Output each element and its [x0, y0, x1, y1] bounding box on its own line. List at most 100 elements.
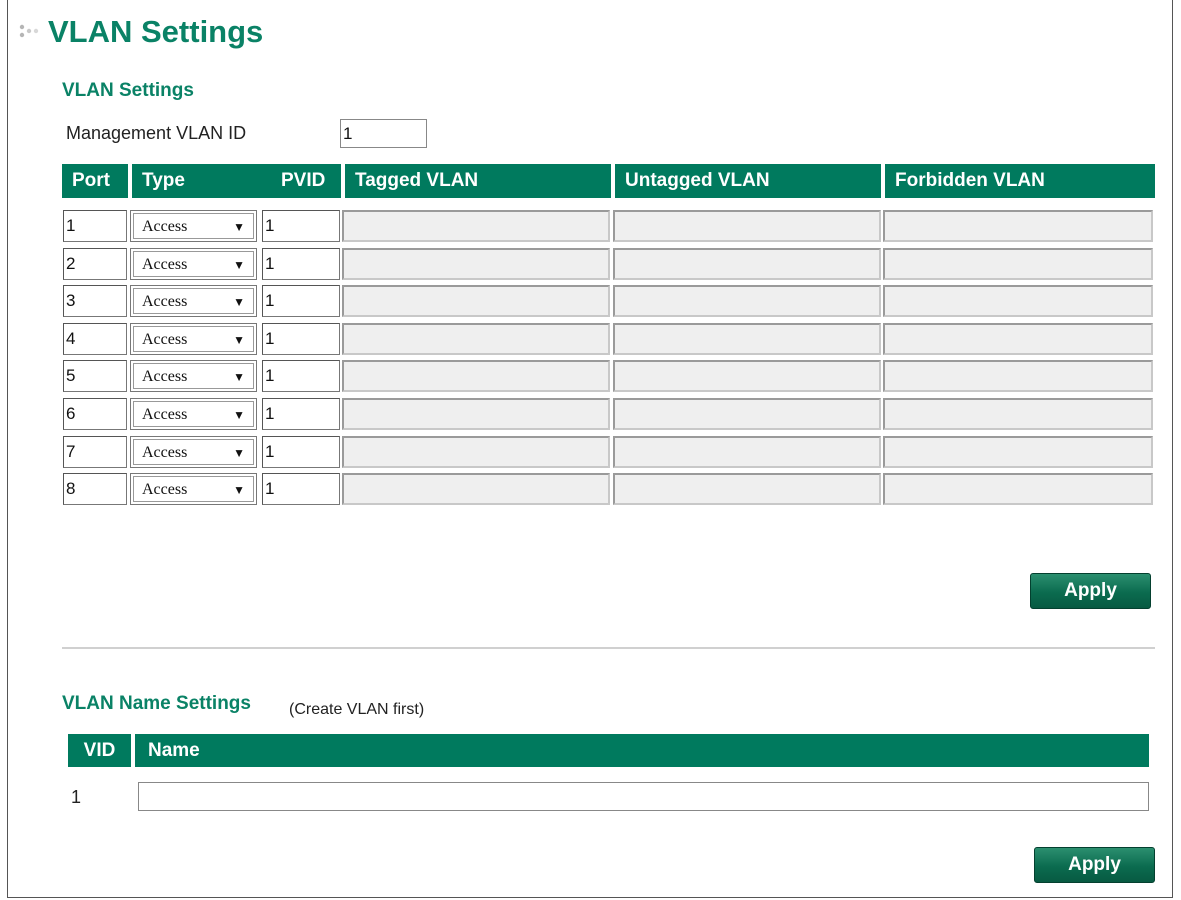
column-header-forbidden-vlan: Forbidden VLAN [885, 164, 1155, 198]
pvid-field[interactable] [262, 473, 340, 506]
type-select-label: Access [142, 406, 188, 423]
type-select[interactable]: Access ▼ [130, 435, 257, 468]
type-select-value: Access ▼ [133, 476, 254, 503]
type-select-value: Access ▼ [133, 288, 254, 315]
forbidden-vlan-field [883, 435, 1153, 468]
untagged-vlan-field [613, 247, 881, 280]
section-divider [62, 647, 1155, 649]
vlan-name-input[interactable] [138, 782, 1149, 811]
port-field[interactable] [63, 473, 127, 506]
type-select[interactable]: Access ▼ [130, 322, 257, 355]
dropdown-arrow-icon: ▼ [233, 295, 245, 310]
tagged-vlan-field [342, 398, 610, 430]
forbidden-vlan-field [883, 210, 1153, 242]
dropdown-arrow-icon: ▼ [233, 370, 245, 385]
column-header-port: Port [62, 164, 128, 198]
title-bullet-icon [19, 24, 39, 38]
tagged-vlan-field [342, 210, 610, 242]
table-row: Access ▼ [62, 398, 1155, 432]
type-select[interactable]: Access ▼ [130, 360, 257, 393]
tagged-vlan-field [342, 247, 610, 280]
type-select[interactable]: Access ▼ [130, 398, 257, 430]
forbidden-vlan-field [883, 285, 1153, 318]
type-select[interactable]: Access ▼ [130, 473, 257, 506]
dropdown-arrow-icon: ▼ [233, 220, 245, 234]
management-vlan-label: Management VLAN ID [66, 123, 247, 143]
forbidden-vlan-field [883, 473, 1153, 506]
type-select-label: Access [142, 218, 188, 235]
port-field[interactable] [63, 360, 127, 393]
port-field[interactable] [63, 285, 127, 318]
type-select[interactable]: Access ▼ [130, 210, 257, 242]
dropdown-arrow-icon: ▼ [233, 483, 245, 498]
untagged-vlan-field [613, 398, 881, 430]
table-row: Access ▼ [62, 322, 1155, 357]
pvid-field[interactable] [262, 322, 340, 355]
column-header-pvid: PVID [265, 164, 341, 198]
type-select-label: Access [142, 368, 188, 386]
port-field[interactable] [63, 247, 127, 280]
table-row: Access ▼ [62, 435, 1155, 470]
page-title: VLAN Settings [48, 14, 264, 49]
column-header-untagged-vlan: Untagged VLAN [615, 164, 881, 198]
tagged-vlan-field [342, 473, 610, 506]
type-select[interactable]: Access ▼ [130, 285, 257, 318]
vlan-name-apply-button[interactable]: Apply [1034, 847, 1155, 883]
untagged-vlan-field [613, 322, 881, 355]
type-select-value: Access ▼ [133, 325, 254, 352]
type-select-label: Access [142, 293, 188, 311]
dropdown-arrow-icon: ▼ [233, 408, 245, 422]
type-select[interactable]: Access ▼ [130, 247, 257, 280]
vlan-table-header: Port Type PVID Tagged VLAN Untagged VLAN… [62, 164, 1155, 199]
type-select-value: Access ▼ [133, 401, 254, 427]
table-row: Access ▼ [62, 247, 1155, 282]
untagged-vlan-field [613, 360, 881, 393]
forbidden-vlan-field [883, 322, 1153, 355]
type-select-value: Access ▼ [133, 250, 254, 277]
pvid-field[interactable] [262, 360, 340, 393]
port-field[interactable] [63, 210, 127, 242]
column-header-name: Name [135, 734, 1149, 767]
table-row: Access ▼ [62, 360, 1155, 394]
port-field[interactable] [63, 398, 127, 430]
management-vlan-input[interactable] [340, 119, 427, 148]
tagged-vlan-field [342, 435, 610, 468]
table-row: Access ▼ [62, 473, 1155, 507]
tagged-vlan-field [342, 285, 610, 318]
tagged-vlan-field [342, 322, 610, 355]
column-header-tagged-vlan: Tagged VLAN [345, 164, 611, 198]
pvid-field[interactable] [262, 398, 340, 430]
table-row: Access ▼ [62, 285, 1155, 319]
untagged-vlan-field [613, 473, 881, 506]
forbidden-vlan-field [883, 247, 1153, 280]
untagged-vlan-field [613, 210, 881, 242]
type-select-label: Access [142, 443, 188, 461]
pvid-field[interactable] [262, 285, 340, 318]
create-vlan-note: (Create VLAN first) [289, 701, 425, 718]
dropdown-arrow-icon: ▼ [233, 445, 245, 460]
vlan-name-settings-heading: VLAN Name Settings [62, 693, 251, 714]
column-header-vid: VID [68, 734, 131, 767]
type-select-value: Access ▼ [133, 438, 254, 465]
vid-value: 1 [71, 787, 82, 807]
vlan-port-table: Port Type PVID Tagged VLAN Untagged VLAN… [62, 164, 1155, 506]
forbidden-vlan-field [883, 360, 1153, 393]
pvid-field[interactable] [262, 435, 340, 468]
pvid-field[interactable] [262, 210, 340, 242]
dropdown-arrow-icon: ▼ [233, 257, 245, 272]
untagged-vlan-field [613, 285, 881, 318]
port-field[interactable] [63, 435, 127, 468]
pvid-field[interactable] [262, 247, 340, 280]
vlan-settings-heading: VLAN Settings [62, 80, 194, 101]
type-select-label: Access [142, 330, 188, 348]
vlan-apply-button[interactable]: Apply [1030, 573, 1151, 609]
forbidden-vlan-field [883, 398, 1153, 430]
type-select-value: Access ▼ [133, 363, 254, 390]
dropdown-arrow-icon: ▼ [233, 332, 245, 347]
table-row: Access ▼ [62, 210, 1155, 244]
type-select-label: Access [142, 255, 188, 273]
port-field[interactable] [63, 322, 127, 355]
type-select-label: Access [142, 481, 188, 499]
tagged-vlan-field [342, 360, 610, 393]
untagged-vlan-field [613, 435, 881, 468]
